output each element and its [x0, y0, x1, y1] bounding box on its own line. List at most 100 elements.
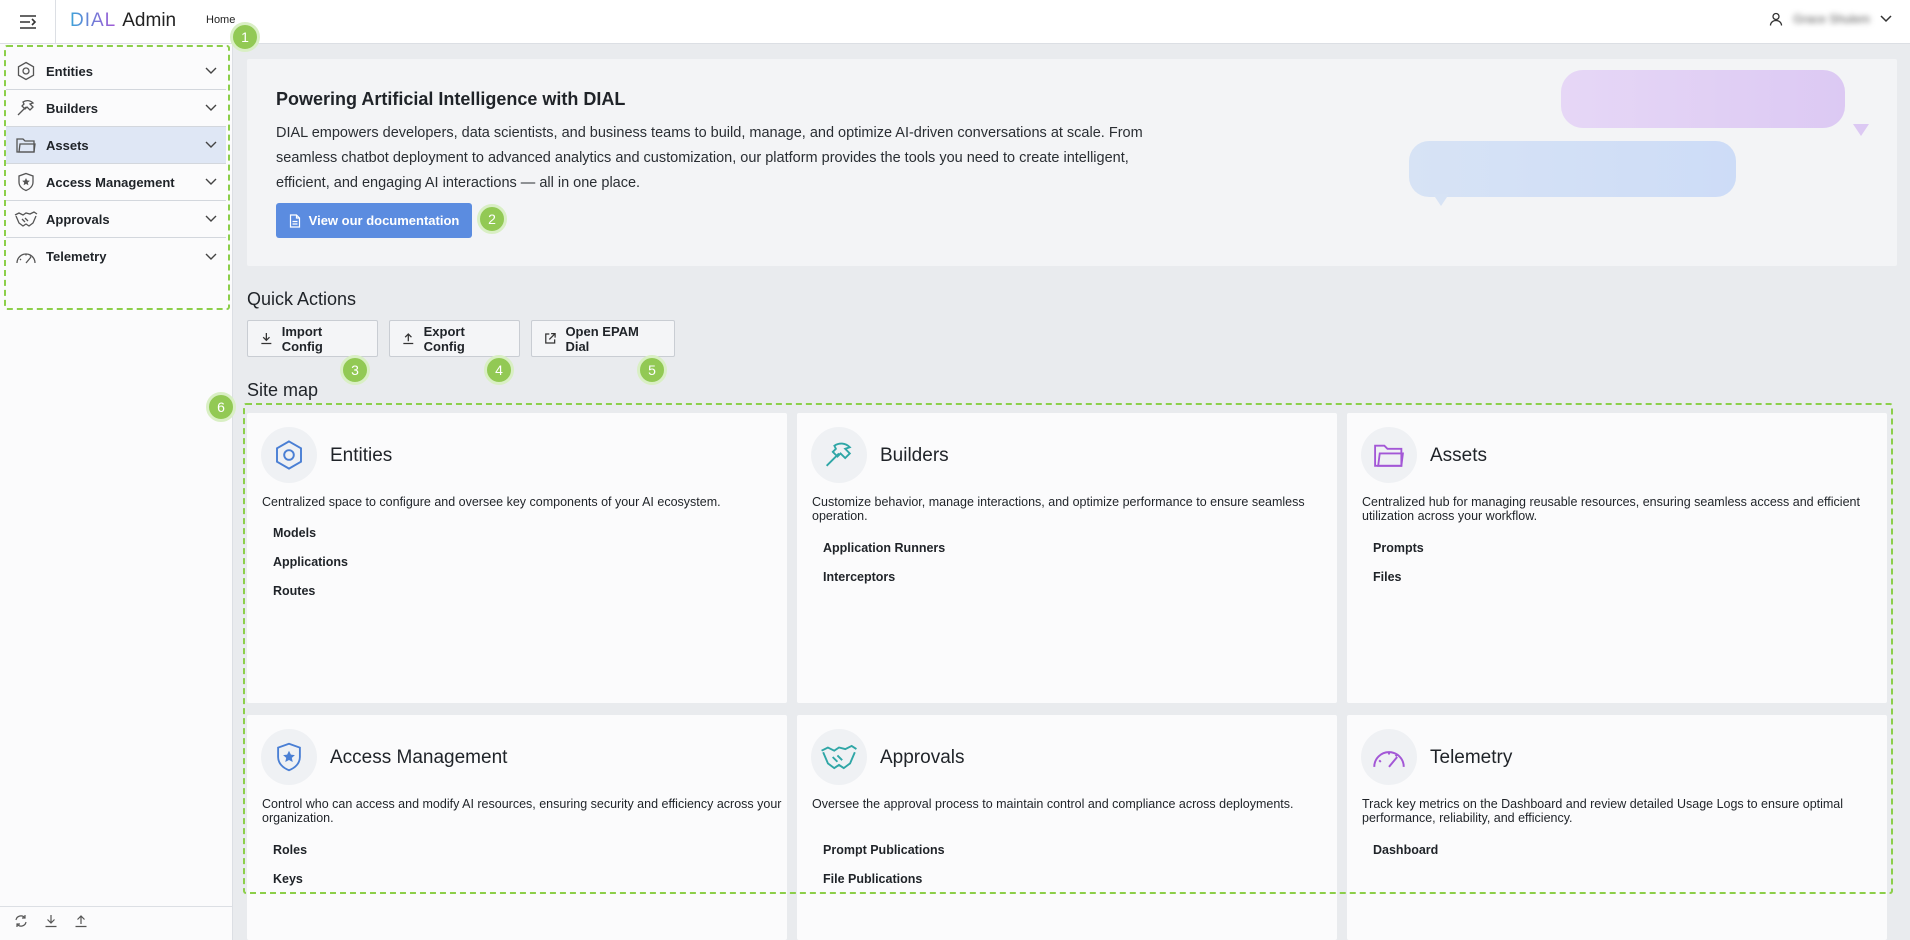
- site-map-card-entities: Entities Centralized space to configure …: [247, 413, 787, 703]
- sidebar-item-access-management[interactable]: Access Management: [6, 164, 226, 201]
- breadcrumb-home[interactable]: Home: [206, 14, 235, 26]
- hammer-icon: [6, 98, 46, 118]
- link-prompt-publications[interactable]: Prompt Publications: [823, 843, 945, 857]
- logo-admin: Admin: [122, 10, 177, 31]
- sidebar-item-label: Approvals: [46, 211, 110, 227]
- handshake-icon: [811, 729, 867, 785]
- chevron-down-icon: [196, 141, 226, 149]
- annotation-badge-2: 2: [477, 204, 507, 234]
- app-logo[interactable]: DIAL Admin: [70, 10, 176, 32]
- link-file-publications[interactable]: File Publications: [823, 872, 922, 886]
- top-bar: DIAL Admin Home Grace Shulem: [0, 0, 1910, 44]
- card-description: Oversee the approval process to maintain…: [812, 797, 1294, 811]
- chat-bubble-tail: [1853, 124, 1869, 136]
- site-map-card-builders: Builders Customize behavior, manage inte…: [797, 413, 1337, 703]
- hammer-icon: [811, 427, 867, 483]
- hexagon-icon: [6, 61, 46, 81]
- chevron-down-icon: [196, 67, 226, 75]
- link-interceptors[interactable]: Interceptors: [823, 570, 895, 584]
- export-config-label: Export Config: [423, 323, 465, 354]
- sidebar-footer: [0, 906, 233, 940]
- card-title: Approvals: [880, 747, 965, 768]
- shield-star-icon: [6, 172, 46, 192]
- sidebar-item-assets[interactable]: Assets: [6, 127, 226, 164]
- hero-banner: Powering Artificial Intelligence with DI…: [247, 59, 1897, 266]
- card-title: Assets: [1430, 445, 1488, 466]
- hero-title: Powering Artificial Intelligence with DI…: [276, 89, 626, 109]
- menu-icon: [19, 15, 36, 29]
- annotation-badge-6: 6: [206, 392, 236, 422]
- link-files[interactable]: Files: [1373, 570, 1402, 584]
- chevron-down-icon: [196, 215, 226, 223]
- sidebar-item-entities[interactable]: Entities: [6, 53, 226, 90]
- sidebar-item-approvals[interactable]: Approvals: [6, 201, 226, 238]
- card-title: Telemetry: [1430, 747, 1513, 768]
- sidebar-item-label: Assets: [46, 137, 89, 153]
- card-title: Access Management: [330, 747, 508, 768]
- card-title: Entities: [330, 445, 393, 466]
- document-icon: [289, 213, 300, 228]
- download-icon: [261, 333, 272, 345]
- external-link-icon: [545, 332, 556, 344]
- folder-icon: [6, 136, 46, 154]
- import-config-button[interactable]: Import Config: [247, 320, 378, 357]
- open-epam-dial-button[interactable]: Open EPAM Dial: [531, 320, 675, 357]
- gauge-icon: [1361, 729, 1417, 785]
- refresh-icon[interactable]: [14, 914, 28, 933]
- folder-icon: [1361, 427, 1417, 483]
- card-description: Centralized hub for managing reusable re…: [1362, 495, 1860, 523]
- link-models[interactable]: Models: [273, 526, 316, 540]
- logo-dial: DIAL: [70, 10, 117, 31]
- view-documentation-button[interactable]: View our documentation: [276, 203, 472, 238]
- hexagon-icon: [261, 427, 317, 483]
- download-icon[interactable]: [44, 914, 58, 933]
- site-map-card-access-management: Access Management Control who can access…: [247, 715, 787, 940]
- sidebar-item-builders[interactable]: Builders: [6, 90, 226, 127]
- chevron-down-icon: [1880, 15, 1892, 23]
- sidebar-item-telemetry[interactable]: Telemetry: [6, 238, 226, 275]
- site-map-card-telemetry: Telemetry Track key metrics on the Dashb…: [1347, 715, 1887, 940]
- card-title: Builders: [880, 445, 949, 466]
- card-description: Track key metrics on the Dashboard and r…: [1362, 797, 1844, 825]
- view-documentation-label: View our documentation: [308, 213, 460, 228]
- chat-bubble-decoration: [1409, 141, 1736, 197]
- user-name: Grace Shulem: [1793, 12, 1870, 26]
- card-description: Centralized space to configure and overs…: [262, 495, 721, 509]
- annotation-badge-1: 1: [230, 22, 260, 52]
- chevron-down-icon: [196, 178, 226, 186]
- handshake-icon: [6, 210, 46, 228]
- gauge-icon: [6, 249, 46, 265]
- annotation-badge-3: 3: [340, 355, 370, 385]
- link-dashboard[interactable]: Dashboard: [1373, 843, 1438, 857]
- link-keys[interactable]: Keys: [273, 872, 303, 886]
- site-map-title: Site map: [247, 380, 319, 400]
- chat-bubble-tail: [1433, 194, 1449, 206]
- upload-icon: [403, 333, 414, 345]
- sidebar-item-label: Access Management: [46, 174, 175, 190]
- chevron-down-icon: [196, 253, 226, 261]
- card-description: Customize behavior, manage interactions,…: [812, 495, 1305, 523]
- quick-actions-title: Quick Actions: [247, 289, 357, 309]
- site-map-card-assets: Assets Centralized hub for managing reus…: [1347, 413, 1887, 703]
- link-application-runners[interactable]: Application Runners: [823, 541, 945, 555]
- shield-star-icon: [261, 729, 317, 785]
- card-description: Control who can access and modify AI res…: [262, 797, 782, 825]
- open-epam-dial-label: Open EPAM Dial: [565, 323, 639, 354]
- link-roles[interactable]: Roles: [273, 843, 307, 857]
- link-routes[interactable]: Routes: [273, 584, 315, 598]
- menu-toggle-button[interactable]: [0, 0, 56, 44]
- annotation-badge-5: 5: [637, 355, 667, 385]
- upload-icon[interactable]: [74, 914, 88, 933]
- sidebar: Entities Builders Assets Access Manageme…: [0, 44, 233, 940]
- link-applications[interactable]: Applications: [273, 555, 348, 569]
- import-config-label: Import Config: [281, 323, 323, 354]
- hero-description: DIAL empowers developers, data scientist…: [276, 125, 1143, 191]
- export-config-button[interactable]: Export Config: [389, 320, 520, 357]
- user-menu[interactable]: Grace Shulem: [1769, 12, 1892, 26]
- sidebar-item-label: Telemetry: [46, 249, 107, 264]
- site-map-card-approvals: Approvals Oversee the approval process t…: [797, 715, 1337, 940]
- annotation-badge-4: 4: [484, 355, 514, 385]
- user-icon: [1770, 12, 1783, 26]
- chevron-down-icon: [196, 104, 226, 112]
- link-prompts[interactable]: Prompts: [1373, 541, 1424, 555]
